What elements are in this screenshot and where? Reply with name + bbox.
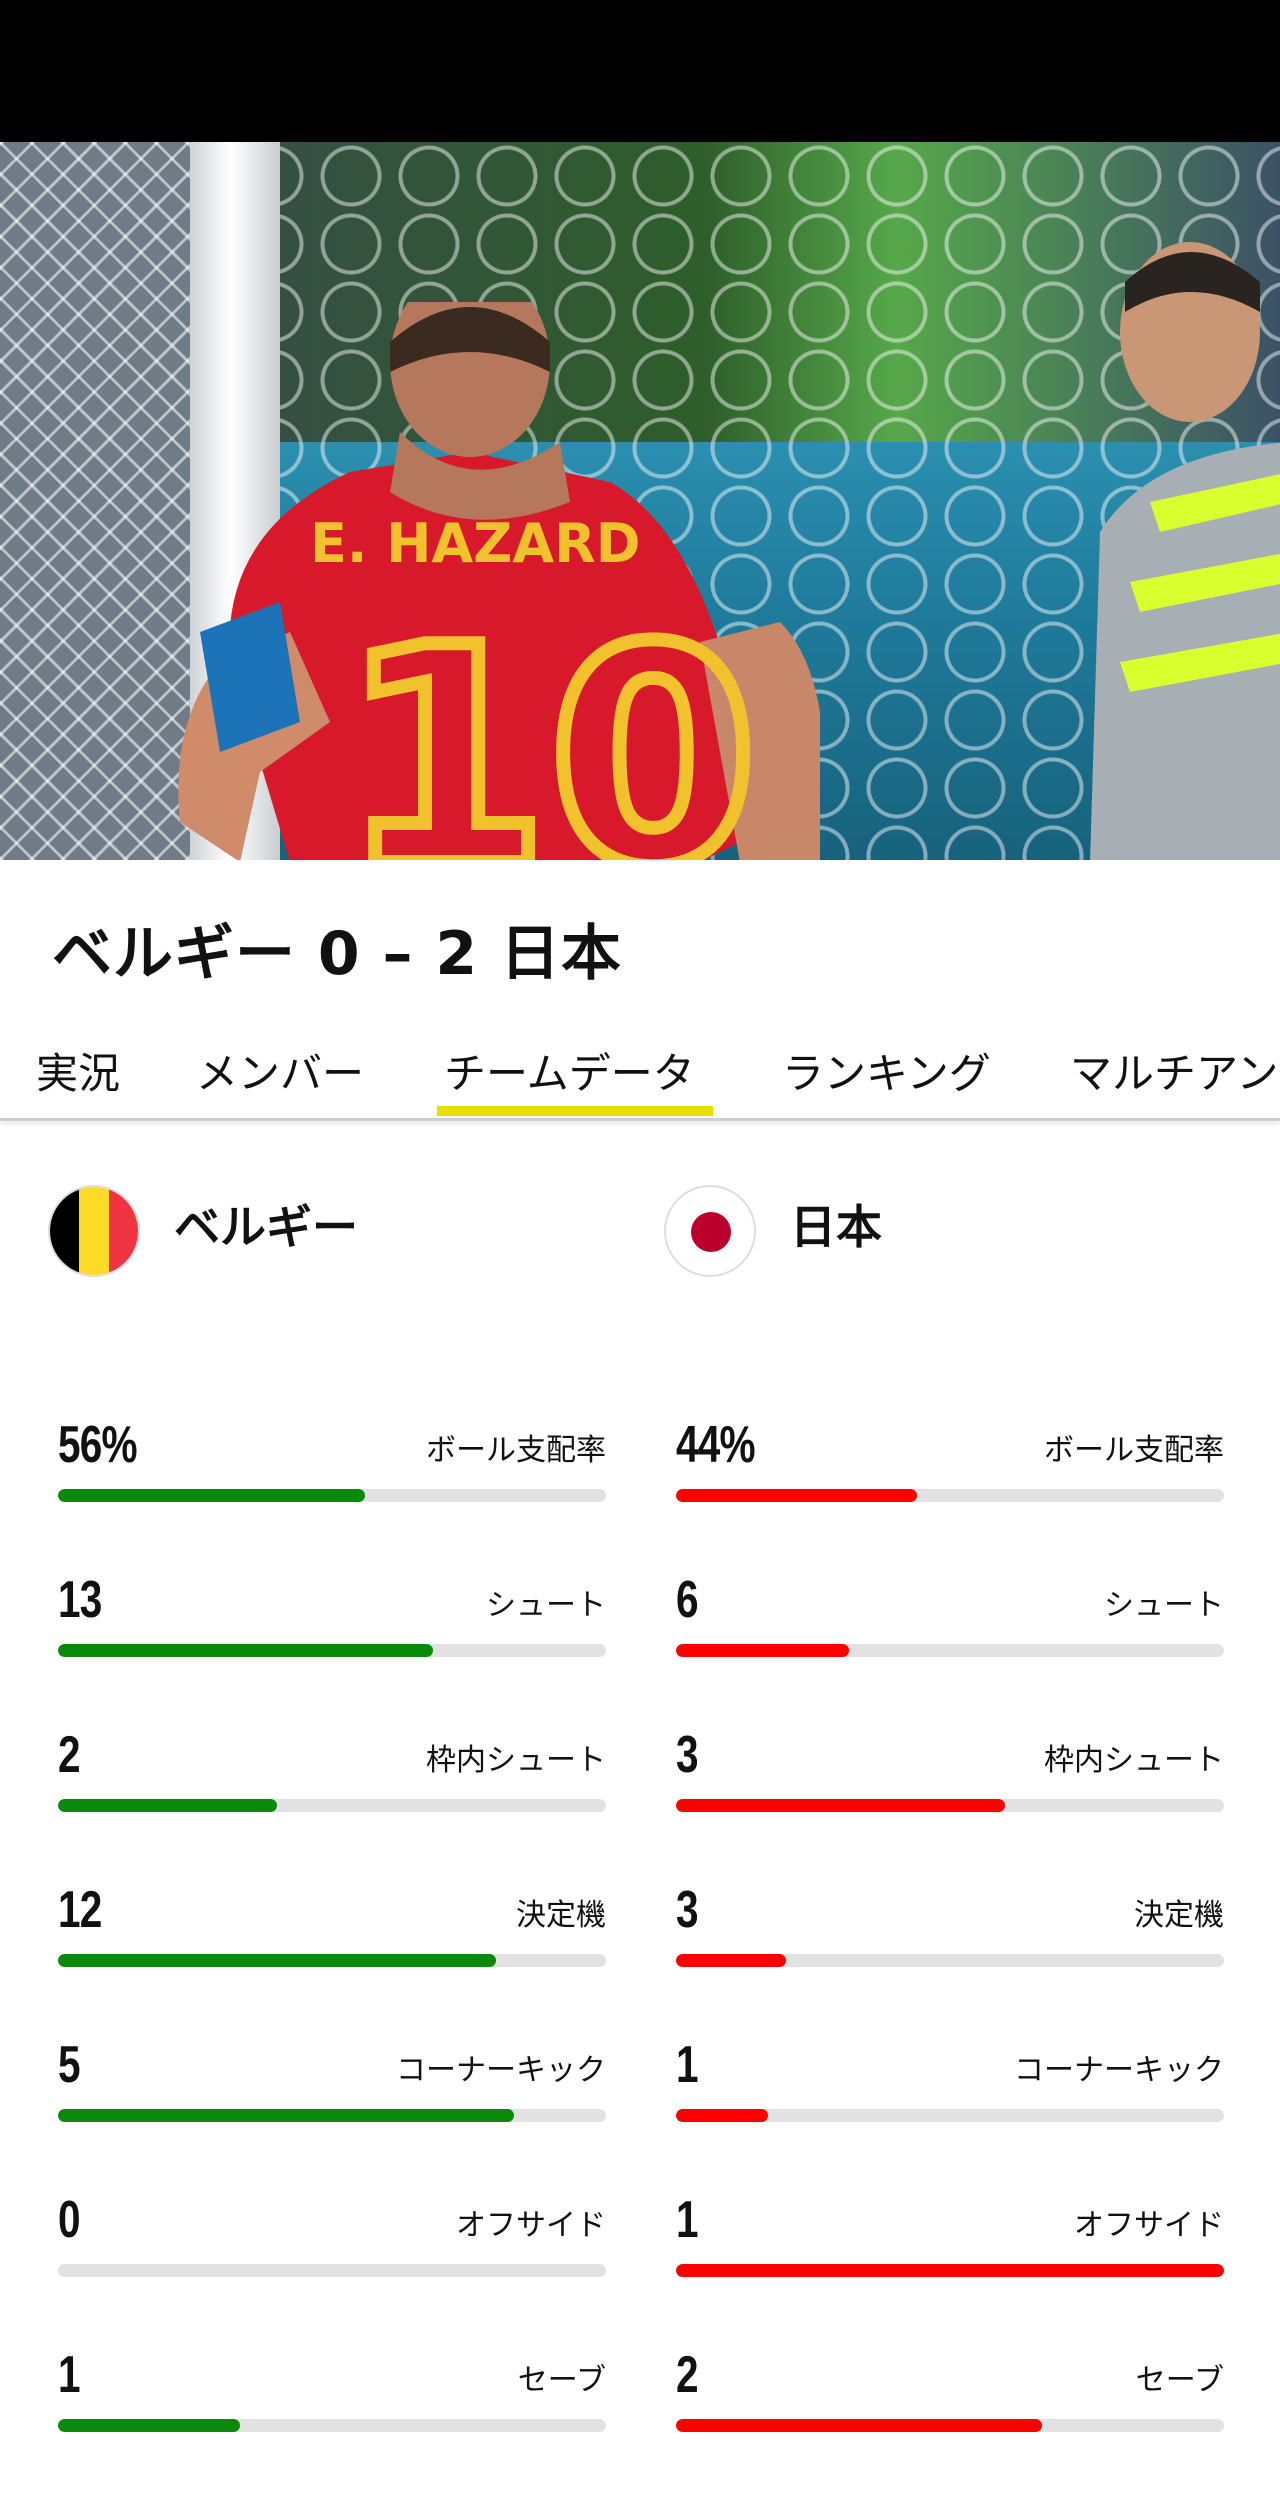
tab-live-commentary[interactable]: 実況 bbox=[36, 1040, 120, 1101]
stat-bar-track bbox=[58, 2109, 606, 2122]
stat-value: 0 bbox=[58, 2191, 81, 2249]
home-stat-row: 2 枠内シュート bbox=[58, 1725, 606, 1835]
goalkeeper-figure bbox=[1090, 242, 1280, 860]
stat-bar-track bbox=[676, 2109, 1224, 2122]
away-team-name: 日本 bbox=[790, 1200, 882, 1254]
stat-bar-track bbox=[676, 1954, 1224, 1967]
jersey-name: E. HAZARD bbox=[310, 512, 641, 575]
stat-value: 3 bbox=[676, 1726, 699, 1784]
home-stat-row: 5 コーナーキック bbox=[58, 2035, 606, 2145]
stat-bar-fill bbox=[58, 1644, 433, 1657]
stat-label: セーブ bbox=[517, 2363, 606, 2398]
stat-value: 5 bbox=[58, 2036, 81, 2094]
home-stat-row: 13 シュート bbox=[58, 1570, 606, 1680]
stat-bar-fill bbox=[58, 2109, 515, 2122]
stat-value: 2 bbox=[58, 1726, 81, 1784]
stat-bar-fill bbox=[676, 2109, 768, 2122]
stat-label: コーナーキック bbox=[1014, 2053, 1224, 2088]
stat-label: 決定機 bbox=[516, 1898, 606, 1933]
stat-bar-track bbox=[676, 2264, 1224, 2277]
stat-bar-track bbox=[58, 1799, 606, 1812]
stat-bar-track bbox=[676, 1644, 1224, 1657]
flag-disc bbox=[691, 1212, 731, 1252]
belgium-flag-icon bbox=[48, 1185, 140, 1277]
stat-value: 1 bbox=[676, 2191, 699, 2249]
stat-value: 12 bbox=[58, 1881, 102, 1939]
flag-stripe-black bbox=[50, 1187, 80, 1275]
stat-label: シュート bbox=[486, 1588, 606, 1623]
stat-label: コーナーキック bbox=[396, 2053, 606, 2088]
match-video[interactable]: E. HAZARD 10 bbox=[0, 142, 1280, 860]
home-stat-row: 1 セーブ bbox=[58, 2345, 606, 2455]
flag-stripe-red bbox=[108, 1187, 138, 1275]
stat-label: シュート bbox=[1104, 1588, 1224, 1623]
away-stat-row: 2 セーブ bbox=[676, 2345, 1224, 2455]
stat-value: 3 bbox=[676, 1881, 699, 1939]
home-team-name: ベルギー bbox=[174, 1200, 358, 1254]
stat-label: オフサイド bbox=[456, 2208, 606, 2243]
away-stat-row: 3 決定機 bbox=[676, 1880, 1224, 1990]
home-stat-row: 56% ボール支配率 bbox=[58, 1415, 606, 1525]
player-figure: E. HAZARD 10 bbox=[178, 302, 820, 860]
away-stat-row: 1 オフサイド bbox=[676, 2190, 1224, 2300]
japan-flag-icon bbox=[664, 1185, 756, 1277]
stat-bar-track bbox=[676, 2419, 1224, 2432]
tab-members[interactable]: メンバー bbox=[196, 1040, 364, 1101]
stat-bar-track bbox=[58, 1644, 606, 1657]
tab-team-data[interactable]: チームデータ bbox=[444, 1040, 695, 1101]
tab-divider bbox=[0, 1118, 1280, 1121]
stat-value: 44% bbox=[676, 1416, 756, 1474]
stat-bar-fill bbox=[58, 1799, 278, 1812]
stat-label: ボール支配率 bbox=[426, 1433, 606, 1468]
stat-label: セーブ bbox=[1135, 2363, 1224, 2398]
match-title: ベルギー 0 – 2 日本 bbox=[52, 919, 623, 989]
flag-stripe-yellow bbox=[79, 1187, 109, 1275]
stat-label: ボール支配率 bbox=[1044, 1433, 1224, 1468]
tab-multi-angle[interactable]: マルチアン bbox=[1070, 1040, 1278, 1101]
stat-bar-fill bbox=[676, 2419, 1042, 2432]
away-stat-row: 1 コーナーキック bbox=[676, 2035, 1224, 2145]
stat-bar-fill bbox=[58, 1954, 497, 1967]
jersey-number: 10 bbox=[340, 584, 757, 860]
home-team-header: ベルギー bbox=[48, 1185, 608, 1285]
stat-value: 56% bbox=[58, 1416, 138, 1474]
stat-bar-track bbox=[58, 2419, 606, 2432]
away-stat-row: 3 枠内シュート bbox=[676, 1725, 1224, 1835]
home-stat-row: 12 決定機 bbox=[58, 1880, 606, 1990]
home-stat-row: 0 オフサイド bbox=[58, 2190, 606, 2300]
active-tab-indicator bbox=[437, 1106, 713, 1116]
stat-value: 13 bbox=[58, 1571, 102, 1629]
status-bar bbox=[0, 0, 1280, 142]
stat-label: オフサイド bbox=[1074, 2208, 1224, 2243]
stat-bar-fill bbox=[676, 1954, 786, 1967]
stat-value: 1 bbox=[676, 2036, 699, 2094]
stat-value: 2 bbox=[676, 2346, 699, 2404]
stat-bar-fill bbox=[58, 1489, 365, 1502]
stat-label: 決定機 bbox=[1134, 1898, 1224, 1933]
stat-label: 枠内シュート bbox=[426, 1743, 606, 1778]
stat-value: 6 bbox=[676, 1571, 699, 1629]
stat-bar-fill bbox=[676, 1799, 1005, 1812]
stat-bar-fill bbox=[58, 2419, 241, 2432]
stat-bar-fill bbox=[676, 1644, 850, 1657]
stat-bar-fill bbox=[676, 1489, 918, 1502]
stat-bar-track bbox=[676, 1489, 1224, 1502]
stat-bar-fill bbox=[676, 2264, 1224, 2277]
stat-value: 1 bbox=[58, 2346, 81, 2404]
stat-bar-track bbox=[58, 1489, 606, 1502]
stat-label: 枠内シュート bbox=[1044, 1743, 1224, 1778]
stat-bar-track bbox=[676, 1799, 1224, 1812]
stat-bar-track bbox=[58, 2264, 606, 2277]
tab-ranking[interactable]: ランキング bbox=[782, 1040, 991, 1101]
away-stat-row: 6 シュート bbox=[676, 1570, 1224, 1680]
away-team-header: 日本 bbox=[664, 1185, 1224, 1285]
away-stat-row: 44% ボール支配率 bbox=[676, 1415, 1224, 1525]
stat-bar-track bbox=[58, 1954, 606, 1967]
